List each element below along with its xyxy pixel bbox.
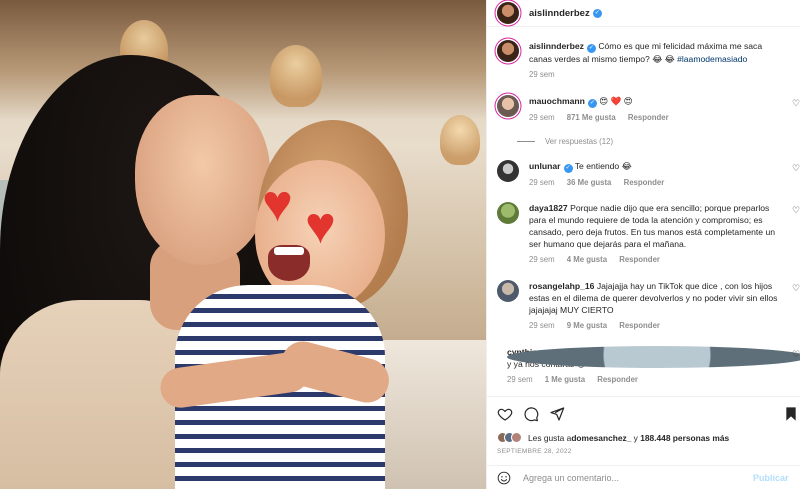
likes-prefix: Les gusta a bbox=[528, 432, 572, 443]
view-replies-label: Ver respuestas (12) bbox=[545, 137, 614, 146]
reply-button[interactable]: Responder bbox=[624, 178, 665, 187]
comment-item: rosangelahp_16 Jajajajja hay un TikTok q… bbox=[497, 280, 800, 332]
caption-time[interactable]: 29 sem bbox=[529, 70, 555, 79]
comment-username[interactable]: mauochmann bbox=[529, 96, 585, 106]
verified-badge-icon: ✓ bbox=[592, 8, 602, 18]
comment-time[interactable]: 29 sem bbox=[529, 178, 555, 187]
photo-lamp bbox=[440, 115, 480, 165]
caption-author[interactable]: aislinnderbez bbox=[529, 41, 584, 51]
comment-username[interactable]: daya1827 bbox=[529, 203, 568, 213]
comment-likes[interactable]: 36 Me gusta bbox=[567, 178, 612, 187]
post-actions-bar bbox=[487, 396, 800, 428]
comment-avatar[interactable] bbox=[507, 346, 800, 368]
bookmark-icon[interactable] bbox=[783, 406, 799, 422]
comment-likes[interactable]: 871 Me gusta bbox=[567, 113, 616, 122]
replies-line bbox=[517, 141, 535, 142]
caption-hashtag-link[interactable]: #laamodemasiado bbox=[677, 54, 747, 64]
post-date[interactable]: SEPTIEMBRE 28, 2022 bbox=[497, 448, 572, 455]
comment-like-heart-icon[interactable]: ♡ bbox=[792, 164, 800, 173]
add-comment-bar: Publicar bbox=[487, 465, 800, 489]
comments-list[interactable]: aislinnderbez ✓ Cómo es que mi felicidad … bbox=[487, 28, 800, 394]
comment-likes[interactable]: 9 Me gusta bbox=[567, 321, 607, 330]
comment-input[interactable] bbox=[523, 472, 753, 483]
reply-button[interactable]: Responder bbox=[597, 375, 638, 384]
comment-item: unlunar ✓ Te entiendo 😂 29 sem 36 Me gust… bbox=[497, 160, 800, 189]
reply-button[interactable]: Responder bbox=[628, 113, 669, 122]
comment-avatar[interactable] bbox=[497, 95, 519, 117]
comment-item: cynthia.mat1517 😂 Sí estás en la gloria.… bbox=[497, 346, 800, 386]
comment-icon[interactable] bbox=[523, 406, 539, 422]
emoji-icon[interactable] bbox=[497, 471, 511, 485]
comment-text: Te entiendo 😂 bbox=[572, 161, 632, 171]
comment-username[interactable]: unlunar bbox=[529, 161, 561, 171]
comment-likes[interactable]: 4 Me gusta bbox=[567, 255, 607, 264]
comment-avatar[interactable] bbox=[497, 202, 519, 224]
author-avatar[interactable] bbox=[497, 2, 519, 24]
comment-time[interactable]: 29 sem bbox=[529, 255, 555, 264]
photo-girl-mouth bbox=[268, 245, 310, 281]
post-modal: ♥ ♥ aislinnderbez ✓ aislinnderbez ✓ Cómo … bbox=[0, 0, 800, 489]
likes-middle: y bbox=[631, 432, 641, 443]
liker-avatar bbox=[511, 432, 522, 443]
author-username[interactable]: aislinnderbez bbox=[529, 8, 590, 19]
likes-count-link[interactable]: 188.448 personas más bbox=[640, 433, 729, 443]
verified-badge-icon: ✓ bbox=[563, 164, 573, 173]
post-side-panel: aislinnderbez ✓ aislinnderbez ✓ Cómo es q… bbox=[486, 0, 800, 489]
send-icon[interactable] bbox=[549, 406, 565, 422]
likes-summary: Les gusta a domesanchez_ y 188.448 perso… bbox=[497, 432, 729, 443]
comment-time[interactable]: 29 sem bbox=[529, 321, 555, 330]
photo-heart-glasses: ♥ bbox=[262, 175, 293, 233]
comment-time[interactable]: 29 sem bbox=[529, 113, 555, 122]
post-photo[interactable]: ♥ ♥ bbox=[0, 0, 486, 489]
view-replies-button[interactable]: Ver respuestas (12) bbox=[517, 137, 613, 146]
reply-button[interactable]: Responder bbox=[619, 255, 660, 264]
comment-like-heart-icon[interactable]: ♡ bbox=[792, 350, 800, 359]
verified-badge-icon: ✓ bbox=[587, 99, 597, 108]
author-avatar[interactable] bbox=[497, 40, 519, 62]
heart-icon[interactable] bbox=[497, 406, 513, 422]
verified-badge-icon: ✓ bbox=[586, 44, 596, 53]
photo-lamp bbox=[270, 45, 322, 107]
comment-text: 😍 ❤️ 😍 bbox=[596, 96, 633, 106]
comment-username[interactable]: rosangelahp_16 bbox=[529, 281, 594, 291]
reply-button[interactable]: Responder bbox=[619, 321, 660, 330]
post-header: aislinnderbez ✓ bbox=[487, 0, 800, 27]
publish-button[interactable]: Publicar bbox=[753, 473, 789, 483]
comment-time[interactable]: 29 sem bbox=[507, 375, 533, 384]
comment-avatar[interactable] bbox=[497, 160, 519, 182]
photo-woman-face bbox=[135, 95, 270, 265]
comment-avatar[interactable] bbox=[497, 280, 519, 302]
comment-item: mauochmann ✓ 😍 ❤️ 😍 29 sem 871 Me gusta R… bbox=[497, 95, 800, 124]
post-caption: aislinnderbez ✓ Cómo es que mi felicidad … bbox=[497, 40, 797, 81]
likes-user-link[interactable]: domesanchez_ bbox=[571, 433, 631, 443]
comment-likes[interactable]: 1 Me gusta bbox=[545, 375, 585, 384]
comment-item: daya1827 Porque nadie dijo que era senci… bbox=[497, 202, 800, 266]
photo-heart-glasses: ♥ bbox=[305, 197, 336, 255]
comment-like-heart-icon[interactable]: ♡ bbox=[792, 206, 800, 215]
comment-like-heart-icon[interactable]: ♡ bbox=[792, 284, 800, 293]
comment-like-heart-icon[interactable]: ♡ bbox=[792, 99, 800, 108]
